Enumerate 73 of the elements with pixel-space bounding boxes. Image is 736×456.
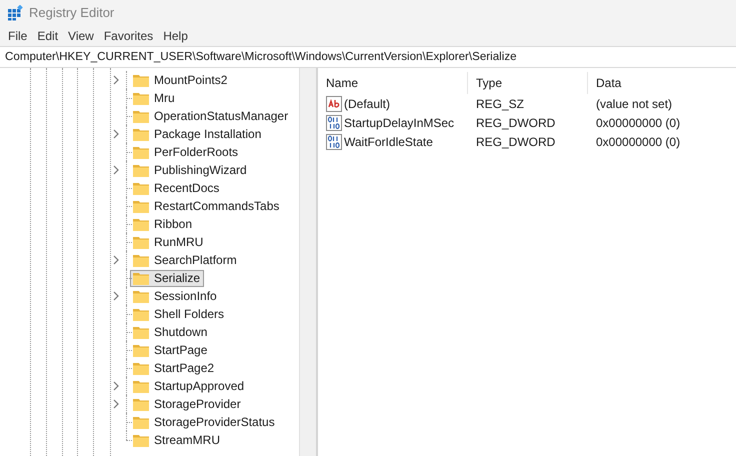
menu-item[interactable]: View [63, 26, 99, 44]
tree-item[interactable]: StartPage [130, 342, 212, 358]
folder-icon [133, 433, 149, 447]
scrollbar[interactable] [299, 68, 316, 456]
expand-chevron-icon[interactable] [113, 291, 119, 301]
expand-chevron-icon[interactable] [113, 399, 119, 409]
folder-icon [133, 307, 149, 321]
table-cell-text: REG_SZ [475, 96, 526, 112]
tree-item[interactable]: RestartCommandsTabs [130, 198, 284, 214]
table-cell-text: REG_DWORD [475, 134, 556, 150]
expand-chevron-icon[interactable] [113, 129, 119, 139]
folder-icon [133, 109, 149, 123]
tree-item[interactable]: Ribbon [130, 216, 196, 232]
folder-icon [133, 181, 149, 195]
tree-item[interactable]: StorageProviderStatus [130, 414, 279, 430]
tree-item[interactable]: StreamMRU [130, 432, 224, 448]
folder-icon [133, 91, 149, 105]
folder-icon [133, 379, 149, 393]
folder-icon [133, 325, 149, 339]
tree-item[interactable]: PerFolderRoots [130, 144, 242, 160]
column-header[interactable]: Type [468, 72, 588, 94]
tree-item[interactable]: Serialize [130, 270, 204, 286]
window-title: Registry Editor [29, 4, 114, 22]
tree-item[interactable]: RunMRU [130, 234, 208, 250]
folder-icon [133, 397, 149, 411]
expand-chevron-icon[interactable] [113, 255, 119, 265]
folder-icon [133, 271, 149, 285]
folder-icon [133, 361, 149, 375]
expand-chevron-icon[interactable] [113, 165, 119, 175]
binary-value-icon [326, 114, 342, 130]
folder-icon [133, 253, 149, 267]
menu-item[interactable]: Edit [32, 26, 64, 44]
table-cell-text: 0x00000000 (0) [595, 114, 682, 132]
column-header[interactable]: Data [588, 72, 728, 94]
expand-chevron-icon[interactable] [113, 381, 119, 391]
folder-icon [133, 415, 149, 429]
folder-icon [133, 343, 149, 357]
tree-item[interactable]: StartupApproved [130, 378, 248, 394]
folder-icon [133, 73, 149, 87]
folder-icon [133, 145, 149, 159]
tree-item[interactable]: MountPoints2 [130, 72, 232, 88]
table-cell-text: 0x00000000 (0) [595, 134, 682, 150]
folder-icon [133, 217, 149, 231]
tree-item[interactable]: Package Installation [130, 126, 266, 142]
table-cell-text: WaitForIdleState [344, 134, 433, 150]
tree-item[interactable]: StartPage2 [130, 360, 218, 376]
column-header[interactable]: Name [318, 72, 468, 94]
string-value-icon [326, 96, 342, 112]
table-cell-text: StartupDelayInMSec [344, 114, 454, 132]
table-cell-text: REG_DWORD [475, 114, 556, 132]
binary-value-icon [326, 134, 342, 150]
menu-item[interactable]: File [3, 26, 32, 44]
menu-item[interactable]: Favorites [98, 26, 158, 44]
folder-icon [133, 235, 149, 249]
folder-icon [133, 199, 149, 213]
table-cell-text: (value not set) [595, 96, 674, 112]
tree-item[interactable]: SessionInfo [130, 288, 221, 304]
folder-icon [133, 289, 149, 303]
tree-item[interactable]: PublishingWizard [130, 162, 251, 178]
folder-icon [133, 163, 149, 177]
menu-item[interactable]: Help [158, 26, 193, 44]
tree-item[interactable]: RecentDocs [130, 180, 224, 196]
registry-app-icon [7, 4, 23, 20]
tree-item[interactable]: OperationStatusManager [130, 108, 292, 124]
folder-icon [133, 127, 149, 141]
tree-item[interactable]: Shutdown [130, 324, 212, 340]
address-field[interactable]: Computer\HKEY_CURRENT_USER\Software\Microsoft\Windows\CurrentVersion\Explorer\Serialize [0, 47, 736, 67]
table-cell-text: (Default) [344, 96, 390, 112]
tree-item[interactable]: SearchPlatform [130, 252, 241, 268]
tree-item[interactable]: Mru [130, 90, 179, 106]
expand-chevron-icon[interactable] [113, 75, 119, 85]
tree-item[interactable]: StorageProvider [130, 396, 245, 412]
tree-item[interactable]: Shell Folders [130, 306, 228, 322]
